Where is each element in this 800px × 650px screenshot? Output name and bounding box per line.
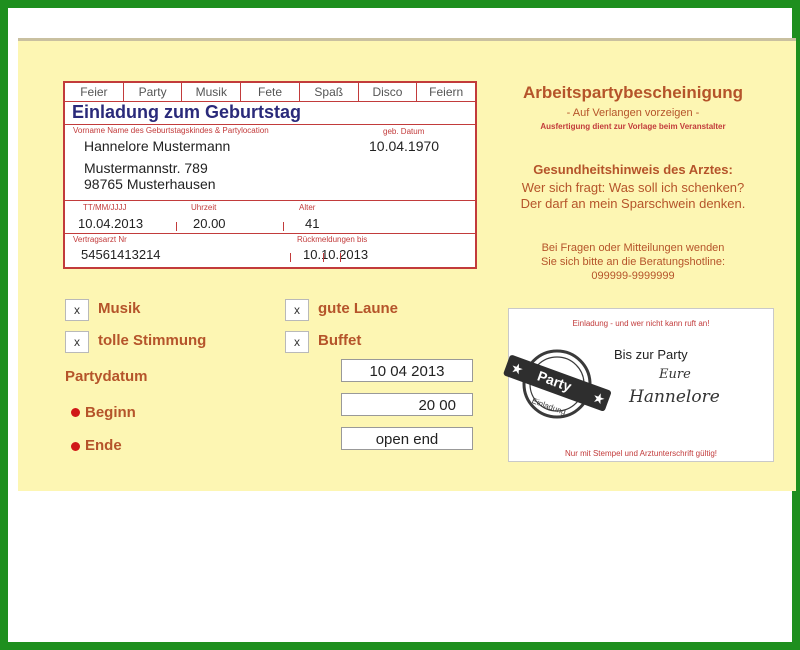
start-time-input[interactable]: 20 00 bbox=[341, 393, 473, 416]
tick-mark bbox=[283, 222, 284, 231]
age-label: Alter bbox=[299, 203, 316, 212]
certificate-subtitle: - Auf Verlangen vorzeigen - bbox=[566, 107, 700, 119]
street-value: Mustermannstr. 789 bbox=[84, 160, 208, 176]
date-label: TT/MM/JJJJ bbox=[83, 203, 127, 212]
signature-line-1: Eure bbox=[659, 367, 691, 382]
city-value: 98765 Musterhausen bbox=[84, 176, 216, 192]
checkbox-label-buffet: Buffet bbox=[318, 332, 362, 349]
bullet-dot bbox=[71, 408, 80, 417]
invitation-card: Feier Party Musik Fete Spaß Disco Feiern… bbox=[18, 38, 796, 491]
age-value: 41 bbox=[305, 216, 320, 231]
invitation-form: Feier Party Musik Fete Spaß Disco Feiern… bbox=[63, 81, 477, 269]
info-line-2: Sie sich bitte an die Beratungshotline: bbox=[540, 256, 726, 268]
tab-spass: Spaß bbox=[300, 83, 359, 101]
stamp-card-footer: Nur mit Stempel und Arztunterschrift gül… bbox=[564, 449, 718, 458]
birth-label: geb. Datum bbox=[383, 127, 425, 136]
time-label: Uhrzeit bbox=[191, 203, 217, 212]
checkbox-musik[interactable]: x bbox=[65, 299, 89, 321]
form-title: Einladung zum Geburtstag bbox=[72, 102, 302, 122]
signature-line-2: Hannelore bbox=[629, 387, 720, 407]
divider bbox=[65, 124, 475, 125]
tab-feier: Feier bbox=[65, 83, 124, 101]
stamp-card-heading: Bis zur Party bbox=[614, 347, 688, 362]
tab-row: Feier Party Musik Fete Spaß Disco Feiern bbox=[65, 83, 475, 102]
stamp-card-top-text: Einladung - und wer nicht kann ruft an! bbox=[572, 319, 710, 328]
health-line-2: Der darf an mein Sparschwein denken. bbox=[520, 196, 746, 211]
health-title: Gesundheitshinweis des Arztes: bbox=[533, 162, 733, 177]
checkbox-gute-laune[interactable]: x bbox=[285, 299, 309, 321]
rsvp-date-value: 10.10.2013 bbox=[303, 247, 369, 262]
start-label: Beginn bbox=[85, 404, 136, 421]
name-label: Vorname Name des Geburtstagskindes & Par… bbox=[73, 126, 269, 135]
tab-party: Party bbox=[124, 83, 183, 101]
stamp-card: Einladung - und wer nicht kann ruft an! … bbox=[503, 308, 774, 462]
end-label: Ende bbox=[85, 437, 122, 454]
tab-musik: Musik bbox=[182, 83, 242, 101]
birth-date-value: 10.04.1970 bbox=[369, 138, 440, 154]
doctor-nr-value: 54561413214 bbox=[81, 247, 161, 262]
tab-feiern: Feiern bbox=[429, 85, 464, 99]
page: Feier Party Musik Fete Spaß Disco Feiern… bbox=[8, 8, 796, 642]
hotline-number: 099999-9999999 bbox=[591, 270, 675, 282]
health-line-1: Wer sich fragt: Was soll ich schenken? bbox=[521, 180, 745, 195]
checkbox-label-gute-laune: gute Laune bbox=[318, 300, 399, 317]
doctor-label: Vertragsarzt Nr bbox=[73, 235, 127, 244]
checkbox-tolle-stimmung[interactable]: x bbox=[65, 331, 89, 353]
date-value: 10.04.2013 bbox=[78, 216, 144, 231]
tab-fete: Fete bbox=[241, 83, 300, 101]
party-date-label: Partydatum bbox=[65, 368, 148, 385]
bullet-dot bbox=[71, 442, 80, 451]
party-stamp: ★ ★ Party Einladung bbox=[499, 344, 619, 424]
info-line-1: Bei Fragen oder Mitteilungen wenden bbox=[541, 242, 725, 254]
tick-mark bbox=[290, 253, 291, 262]
rsvp-label: Rückmeldungen bis bbox=[297, 235, 368, 244]
checkbox-buffet[interactable]: x bbox=[285, 331, 309, 353]
divider bbox=[65, 233, 475, 234]
tick-mark bbox=[323, 253, 324, 262]
tick-mark bbox=[176, 222, 177, 231]
checkbox-label-tolle-stimmung: tolle Stimmung bbox=[98, 332, 207, 349]
tick-mark bbox=[340, 253, 341, 262]
tab-disco: Disco bbox=[359, 83, 418, 101]
divider bbox=[65, 200, 475, 201]
party-date-input[interactable]: 10 04 2013 bbox=[341, 359, 473, 382]
checkbox-label-musik: Musik bbox=[98, 300, 141, 317]
certificate-title: Arbeitspartybescheinigung bbox=[522, 83, 744, 102]
certificate-note: Ausfertigung dient zur Vorlage beim Vera… bbox=[540, 122, 726, 131]
name-value: Hannelore Mustermann bbox=[84, 138, 231, 154]
time-value: 20.00 bbox=[193, 216, 226, 231]
end-time-input[interactable]: open end bbox=[341, 427, 473, 450]
